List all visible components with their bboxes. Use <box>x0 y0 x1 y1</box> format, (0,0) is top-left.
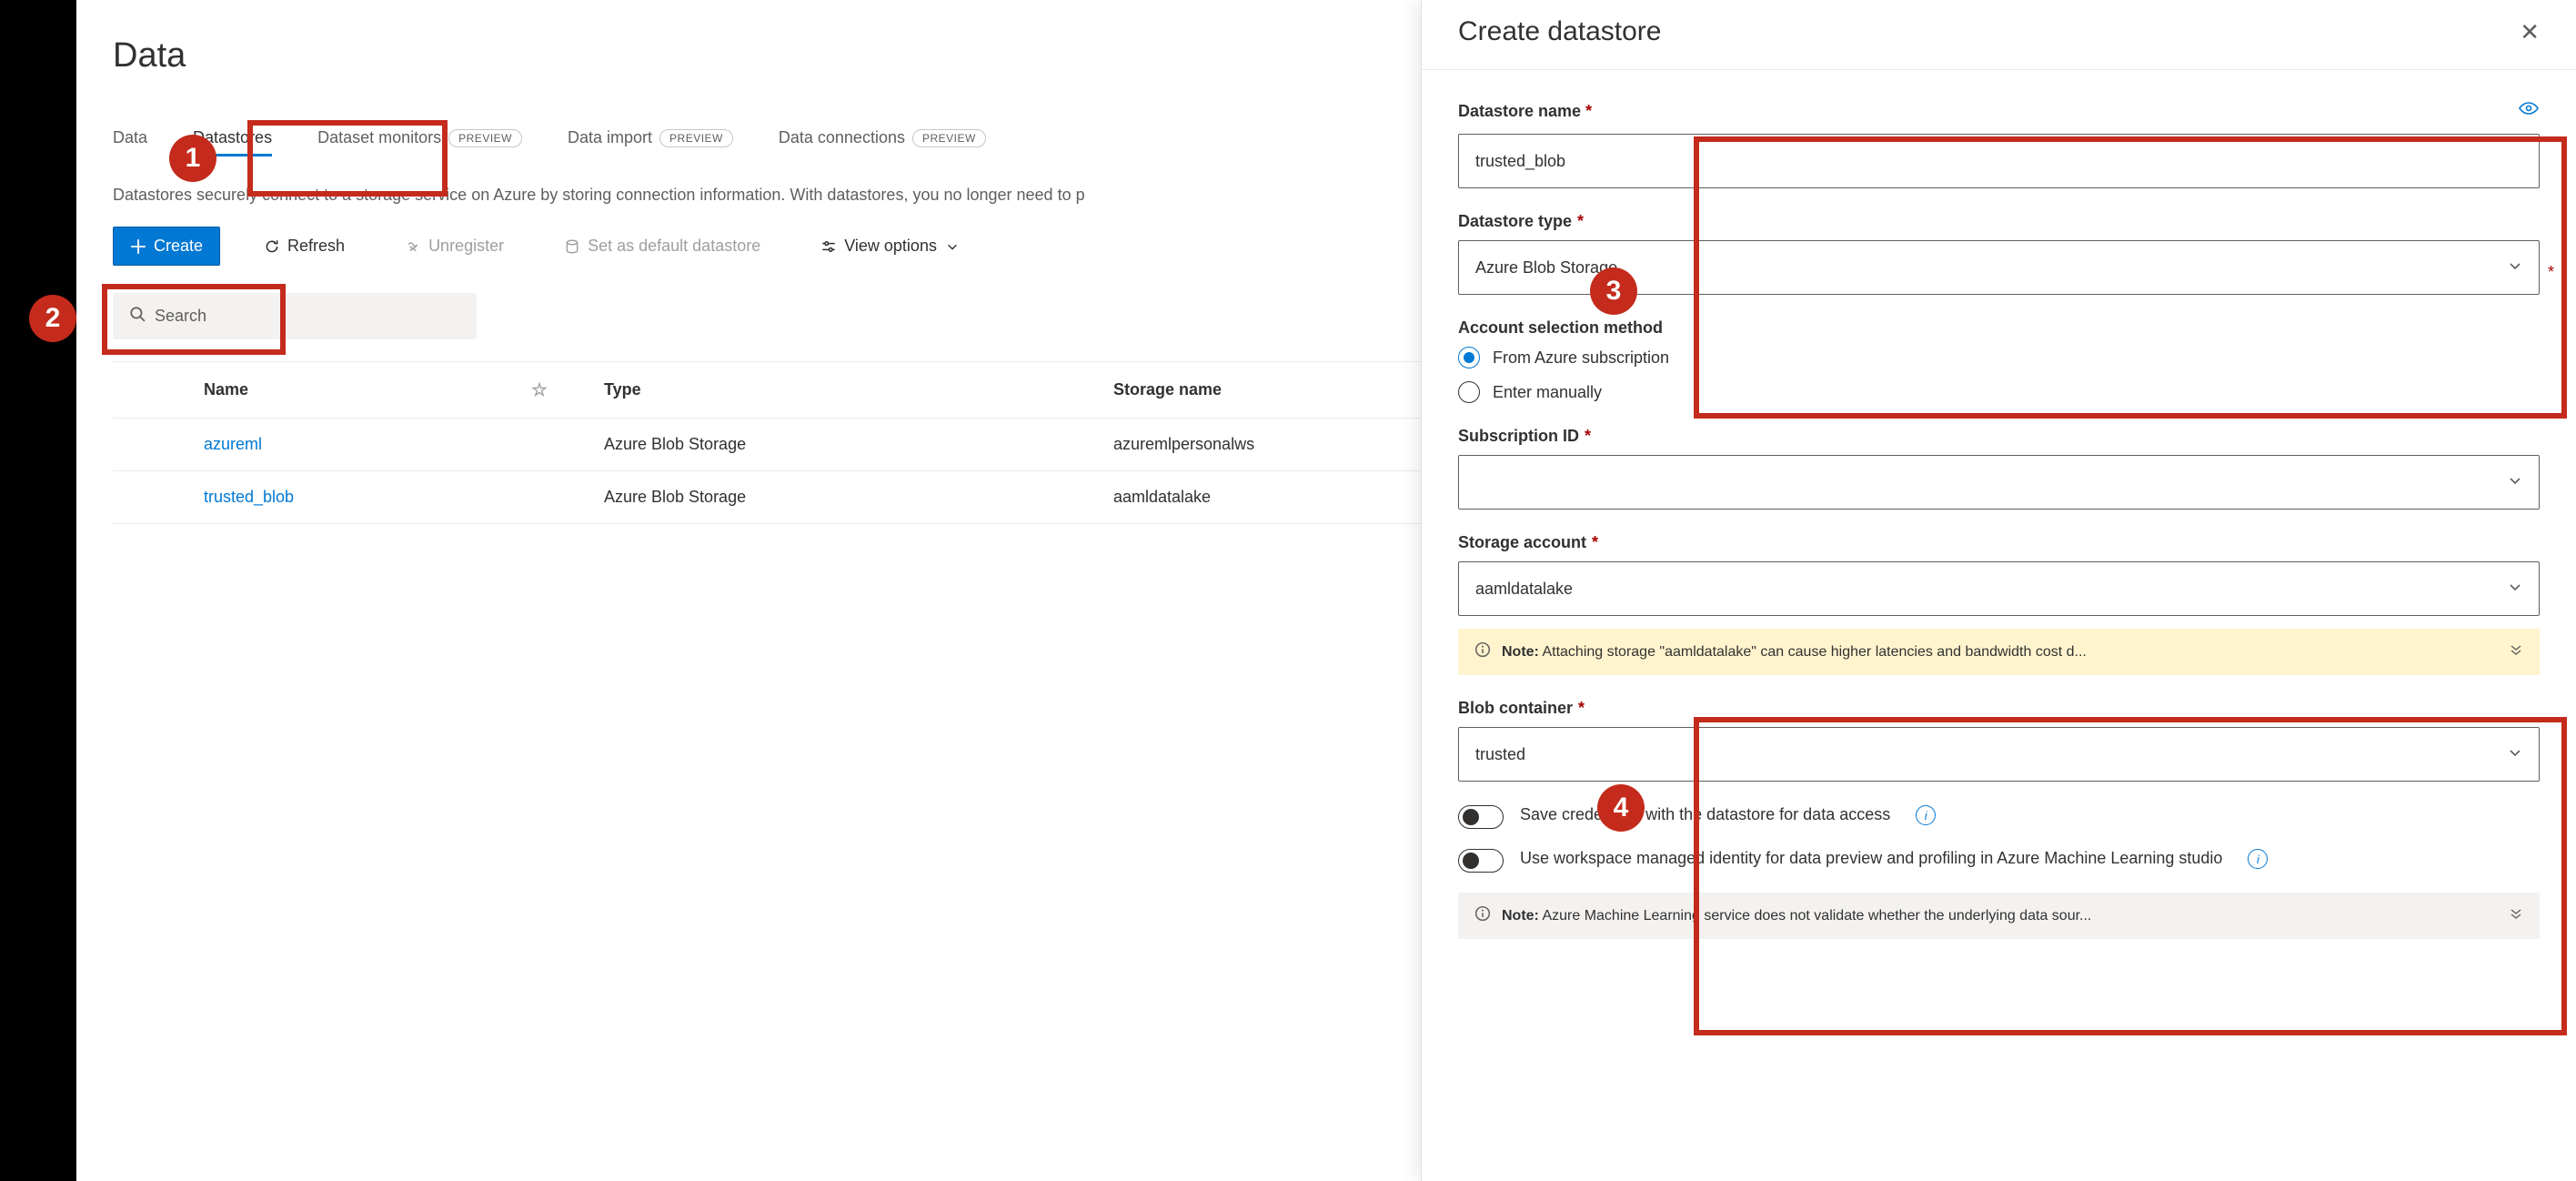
tab-dataset-monitors[interactable]: Dataset monitors PREVIEW <box>317 121 522 155</box>
chevron-down-icon <box>2508 258 2522 278</box>
row-name[interactable]: trusted_blob <box>204 488 531 507</box>
unregister-icon <box>405 238 421 255</box>
datastore-icon <box>564 238 580 255</box>
chevron-down-icon <box>2508 473 2522 492</box>
refresh-icon <box>264 238 280 255</box>
field-blob-container: Blob container * trusted <box>1458 699 2540 782</box>
create-button[interactable]: Create <box>113 227 220 266</box>
required-marker: * <box>1585 102 1592 120</box>
refresh-button[interactable]: Refresh <box>247 227 361 265</box>
select-value: Azure Blob Storage <box>1475 258 1617 278</box>
radio-from-subscription[interactable]: From Azure subscription <box>1458 347 2540 368</box>
close-icon[interactable]: ✕ <box>2520 18 2540 46</box>
plus-icon <box>130 238 146 255</box>
preview-badge: PREVIEW <box>912 129 986 147</box>
datastore-type-select[interactable]: Azure Blob Storage <box>1458 240 2540 295</box>
star-icon[interactable]: ☆ <box>531 379 548 401</box>
blob-container-select[interactable]: trusted <box>1458 727 2540 782</box>
field-datastore-name: Datastore name * trusted_blob <box>1458 97 2540 188</box>
required-marker: * <box>1592 533 1598 552</box>
radio-enter-manually[interactable]: Enter manually <box>1458 381 2540 403</box>
left-gutter <box>0 0 76 1181</box>
preview-badge: PREVIEW <box>448 129 522 147</box>
preview-badge: PREVIEW <box>659 129 733 147</box>
select-value: aamldatalake <box>1475 580 1573 599</box>
input-value: trusted_blob <box>1475 152 1565 171</box>
tab-label: Data connections <box>779 128 905 147</box>
toggle-label: Use workspace managed identity for data … <box>1520 849 2222 868</box>
required-marker: * <box>1577 212 1584 231</box>
col-name[interactable]: Name <box>204 380 531 399</box>
search-placeholder: Search <box>155 307 206 326</box>
create-label: Create <box>154 237 203 256</box>
field-datastore-type: Datastore type * Azure Blob Storage * <box>1458 212 2540 295</box>
chevron-down-icon <box>2508 745 2522 764</box>
toggle-label: Save credentials with the datastore for … <box>1520 805 1890 824</box>
row-type: Azure Blob Storage <box>604 488 1113 507</box>
storage-note[interactable]: Note: Attaching storage "aamldatalake" c… <box>1458 629 2540 675</box>
info-icon <box>1474 641 1491 662</box>
validation-note[interactable]: Note: Azure Machine Learning service doe… <box>1458 893 2540 939</box>
eye-icon[interactable] <box>2518 97 2540 125</box>
info-icon <box>1474 905 1491 926</box>
tab-datastores[interactable]: Datastores <box>193 121 272 155</box>
tab-data[interactable]: Data <box>113 121 147 155</box>
panel-title: Create datastore <box>1458 16 1661 47</box>
toggle-switch[interactable] <box>1458 849 1504 873</box>
toggle-managed-identity[interactable]: Use workspace managed identity for data … <box>1458 849 2540 873</box>
chevron-down-icon <box>2508 580 2522 599</box>
tab-label: Datastores <box>193 128 272 147</box>
radio-icon <box>1458 347 1480 368</box>
required-marker: * <box>1578 699 1585 718</box>
label-name: Datastore name <box>1458 102 1581 120</box>
unregister-button[interactable]: Unregister <box>388 227 520 265</box>
view-options-button[interactable]: View options <box>804 227 977 265</box>
panel-header: Create datastore ✕ <box>1422 0 2576 70</box>
note-text: Note: Attaching storage "aamldatalake" c… <box>1502 644 2087 661</box>
tab-label: Data import <box>568 128 652 147</box>
search-input[interactable]: Search <box>113 293 477 339</box>
label-blob: Blob container <box>1458 699 1573 718</box>
label-storage: Storage account <box>1458 533 1586 552</box>
required-marker: * <box>1585 427 1591 446</box>
col-type[interactable]: Type <box>604 380 1113 399</box>
datastore-name-input[interactable]: trusted_blob <box>1458 134 2540 188</box>
chevron-double-down-icon[interactable] <box>2509 642 2523 661</box>
info-icon[interactable]: i <box>1916 805 1936 825</box>
search-icon <box>129 306 146 327</box>
toggle-save-credentials[interactable]: Save credentials with the datastore for … <box>1458 805 2540 829</box>
tab-label: Data <box>113 128 147 147</box>
unregister-label: Unregister <box>428 237 504 256</box>
chevron-down-icon <box>944 238 961 255</box>
field-account-method: Account selection method From Azure subs… <box>1458 318 2540 403</box>
radio-label: From Azure subscription <box>1493 348 1669 368</box>
set-default-button[interactable]: Set as default datastore <box>548 227 777 265</box>
select-value: trusted <box>1475 745 1525 764</box>
view-options-label: View options <box>844 237 937 256</box>
radio-icon <box>1458 381 1480 403</box>
toggle-switch[interactable] <box>1458 805 1504 829</box>
chevron-double-down-icon[interactable] <box>2509 906 2523 925</box>
info-icon[interactable]: i <box>2248 849 2268 869</box>
tab-data-import[interactable]: Data import PREVIEW <box>568 121 733 155</box>
field-subscription: Subscription ID * <box>1458 427 2540 510</box>
field-storage-account: Storage account * aamldatalake Note: Att… <box>1458 533 2540 675</box>
note-text: Note: Azure Machine Learning service doe… <box>1502 908 2091 924</box>
tab-label: Dataset monitors <box>317 128 441 147</box>
refresh-label: Refresh <box>287 237 345 256</box>
settings-icon <box>820 238 837 255</box>
panel-body: Datastore name * trusted_blob Datastore … <box>1422 70 2576 966</box>
label-type: Datastore type <box>1458 212 1572 231</box>
subscription-select[interactable] <box>1458 455 2540 510</box>
row-name[interactable]: azureml <box>204 435 531 454</box>
label-account-method: Account selection method <box>1458 318 1663 338</box>
row-type: Azure Blob Storage <box>604 435 1113 454</box>
set-default-label: Set as default datastore <box>588 237 760 256</box>
storage-account-select[interactable]: aamldatalake <box>1458 561 2540 616</box>
radio-label: Enter manually <box>1493 383 1602 402</box>
tab-data-connections[interactable]: Data connections PREVIEW <box>779 121 986 155</box>
label-subscription: Subscription ID <box>1458 427 1579 446</box>
required-marker: * <box>2548 263 2554 282</box>
create-datastore-panel: Create datastore ✕ Datastore name * trus… <box>1421 0 2576 1181</box>
